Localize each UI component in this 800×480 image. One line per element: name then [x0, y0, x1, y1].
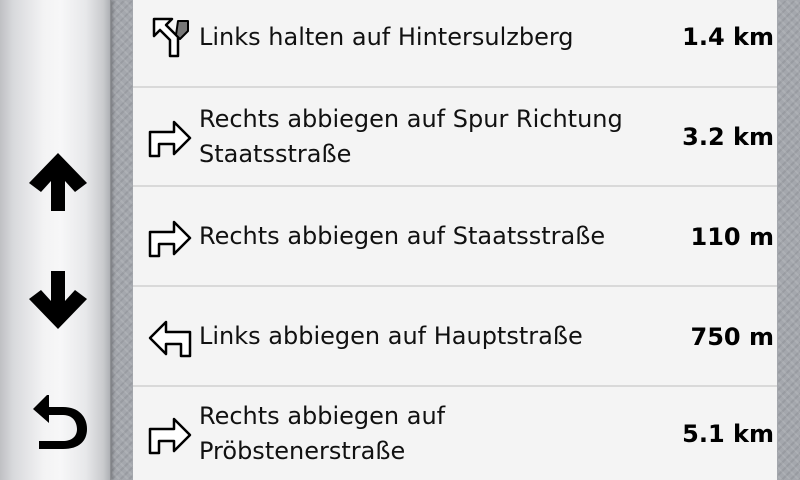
scroll-up-button[interactable] [20, 140, 96, 220]
turn-instruction: Rechts abbiegen auf Staatsstraße [199, 222, 606, 250]
keep-left-icon [145, 12, 195, 62]
turn-instruction: Links halten auf Hintersulzberg [199, 22, 574, 51]
turn-row[interactable]: Links halten auf Hintersulzberg 1.4 km [133, 0, 777, 86]
turn-distance: 3.2 km [682, 122, 774, 151]
turn-distance: 110 m [690, 222, 774, 251]
turn-row[interactable]: Links abbiegen auf Hauptstraße 750 m [133, 288, 777, 385]
turn-list: Links halten auf Hintersulzberg 1.4 km R… [133, 0, 777, 480]
turn-instruction: Rechts abbiegen auf Spur Richtung Staats… [199, 104, 623, 168]
row-divider [133, 385, 777, 387]
row-divider [133, 185, 777, 187]
row-divider [133, 285, 777, 287]
turn-instruction: Rechts abbiegen auf Pröbstenerstraße [199, 402, 446, 465]
turn-row[interactable]: Rechts abbiegen auf Staatsstraße 110 m [133, 188, 777, 285]
arrow-up-icon [25, 147, 91, 213]
turn-right-icon [145, 112, 195, 162]
turn-distance: 1.4 km [682, 23, 774, 51]
turn-instruction: Links abbiegen auf Hauptstraße [199, 322, 583, 350]
turn-distance: 5.1 km [682, 420, 774, 448]
turn-distance: 750 m [690, 322, 774, 351]
back-button[interactable] [20, 380, 96, 460]
turn-right-icon [145, 409, 195, 459]
control-sidebar [0, 0, 111, 480]
turn-right-icon [145, 212, 195, 262]
turn-row[interactable]: Rechts abbiegen auf Pröbstenerstraße 5.1… [133, 388, 777, 480]
arrow-down-icon [25, 265, 91, 331]
turn-row[interactable]: Rechts abbiegen auf Spur Richtung Staats… [133, 88, 777, 185]
turn-left-icon [145, 312, 195, 362]
back-arrow-icon [25, 387, 91, 453]
scroll-down-button[interactable] [20, 258, 96, 338]
